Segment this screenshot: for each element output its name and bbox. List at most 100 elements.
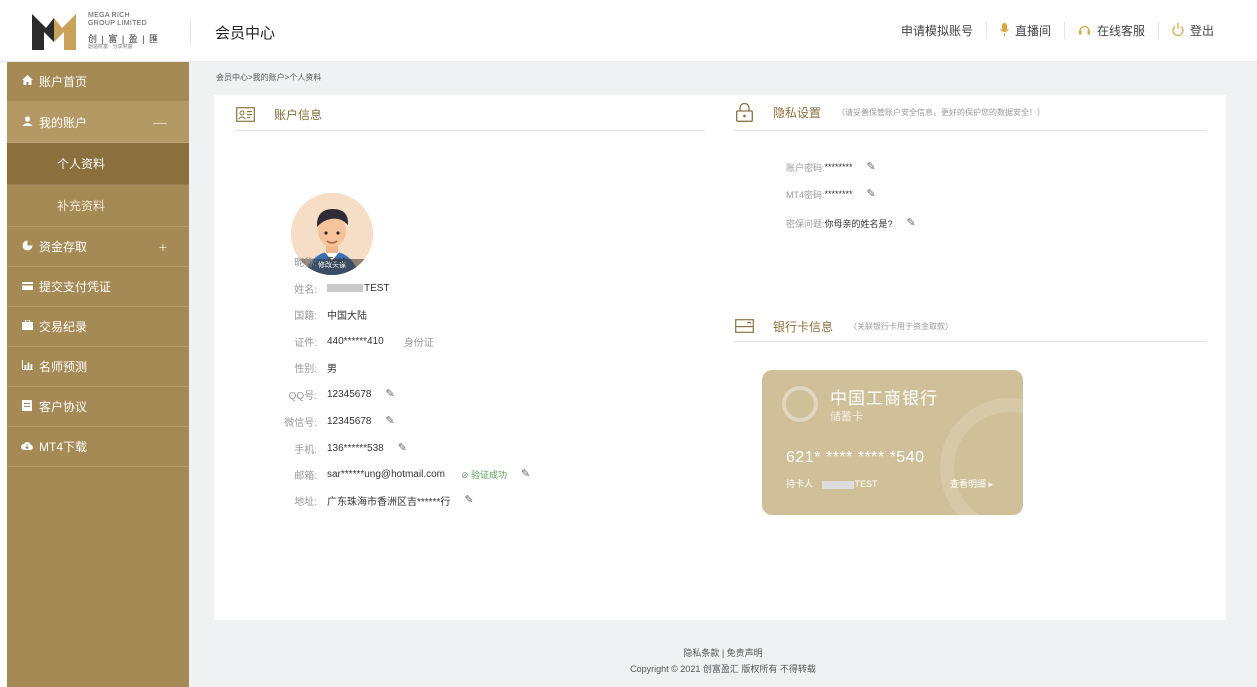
expand-icon[interactable]: +: [159, 239, 167, 255]
card-holder-prefix: 持卡人: [786, 479, 814, 489]
nickname-label: 昵称:: [294, 257, 317, 269]
sidebar-item-expert-forecast[interactable]: 名师预测: [7, 347, 189, 387]
check-circle-icon: ⊘: [460, 469, 472, 480]
edit-icon[interactable]: ✎: [398, 442, 410, 454]
sidebar-item-label: 名师预测: [39, 360, 88, 374]
qq-value: 12345678: [327, 388, 372, 400]
account-info-divider: [235, 130, 705, 131]
header-divider: [190, 20, 191, 44]
company-logo[interactable]: MEGA RICH GROUP LIMITED 创 | 富 | 盈 | 匯 創造…: [32, 10, 162, 52]
sidebar-item-label: 提交支付凭证: [39, 280, 112, 294]
security-question-value: 你母亲的姓名是?: [824, 218, 893, 229]
bank-name: 中国工商银行: [830, 389, 938, 408]
mt4-password-row: MT4密码: ******** ✎: [786, 187, 879, 201]
logo-line-2: GROUP LIMITED: [88, 20, 148, 27]
security-question-row: 密保问题: 你母亲的姓名是? ✎: [786, 216, 919, 230]
logout-link[interactable]: 登出: [1157, 22, 1227, 39]
card-icon: [21, 281, 33, 293]
card-type: 储蓄卡: [830, 411, 863, 423]
view-details-link[interactable]: 查看明细 ▸: [950, 477, 993, 490]
sidebar: 账户首页 我的账户 — 个人资料 补充资料 资金存取 + 提交支付凭证 交易纪录: [7, 62, 189, 687]
live-room-label: 直播间: [1014, 24, 1051, 38]
user-icon: [21, 115, 33, 129]
name-label: 姓名:: [294, 284, 317, 296]
sidebar-item-account-home[interactable]: 账户首页: [7, 62, 189, 102]
apply-demo-account-link[interactable]: 申请模拟账号: [888, 22, 986, 39]
sidebar-subitem-label: 补充资料: [57, 199, 106, 213]
online-support-link[interactable]: 在线客服: [1063, 22, 1158, 39]
footer-copyright: Copyright © 2021 创富盈汇 版权所有 不得转载: [630, 664, 816, 674]
privacy-title: 隐私设置: [773, 105, 822, 120]
sidebar-subitem-personal-info[interactable]: 个人资料: [7, 143, 189, 185]
logo-line-1: MEGA RICH: [88, 12, 130, 19]
account-info-title: 账户信息: [274, 107, 323, 122]
logo-cn-sub: 創造財富 · 分享財富: [88, 44, 133, 50]
qq-row: QQ号: 12345678 ✎: [239, 387, 398, 402]
home-icon: [21, 75, 33, 88]
email-row: 邮箱: sar******ung@hotmail.com ⊘ 验证成功 ✎: [239, 467, 533, 482]
qq-label: QQ号:: [288, 390, 317, 402]
wechat-row: 微信号: 12345678 ✎: [239, 414, 398, 429]
wechat-value: 12345678: [327, 415, 372, 427]
privacy-divider: [734, 130, 1206, 131]
sidebar-item-label: 交易纪录: [39, 320, 88, 334]
top-header: MEGA RICH GROUP LIMITED 创 | 富 | 盈 | 匯 創造…: [0, 0, 1257, 62]
sidebar-item-my-account[interactable]: 我的账户 —: [7, 102, 189, 143]
bank-watermark-icon: [940, 398, 1023, 515]
redacted-block: [821, 480, 854, 489]
address-value: 广东珠海市香洲区吉******行: [327, 496, 451, 508]
edit-icon[interactable]: ✎: [464, 494, 476, 506]
headset-icon: [1078, 23, 1091, 39]
nationality-label: 国籍:: [294, 310, 317, 322]
sidebar-subitem-supplementary-info[interactable]: 补充资料: [7, 185, 189, 227]
bank-card[interactable]: 中国工商银行 储蓄卡 621* **** **** *540 持卡人 TEST …: [762, 370, 1023, 515]
logo-mark-icon: [32, 14, 76, 50]
edit-icon[interactable]: ✎: [521, 468, 533, 480]
edit-icon[interactable]: ✎: [386, 415, 398, 427]
nickname-value: Test: [327, 255, 346, 267]
microphone-icon: [999, 22, 1009, 39]
sidebar-item-mt4-download[interactable]: MT4下载: [7, 427, 189, 467]
edit-icon[interactable]: ✎: [386, 388, 398, 400]
top-nav: 申请模拟账号 直播间 在线客服 登出: [888, 22, 1227, 39]
bank-info-note: （关联银行卡用于资金取款）: [849, 321, 954, 331]
edit-icon[interactable]: ✎: [867, 161, 879, 173]
security-question-label: 密保问题:: [786, 218, 825, 229]
sidebar-item-client-agreement[interactable]: 客户协议: [7, 387, 189, 427]
live-room-link[interactable]: 直播间: [985, 22, 1064, 39]
bank-info-title: 银行卡信息: [773, 319, 834, 334]
account-password-value: ********: [824, 162, 853, 172]
cloud-download-icon: [21, 441, 33, 453]
card-number: 621* **** **** *540: [786, 449, 925, 466]
id-document-row: 证件: 440******410 身份证: [239, 334, 434, 349]
footer-links[interactable]: 隐私条款 | 免责声明: [189, 645, 1257, 661]
nickname-row: 昵称: Test: [239, 254, 346, 269]
id-document-type: 身份证: [403, 337, 434, 349]
sidebar-item-submit-payment[interactable]: 提交支付凭证: [7, 267, 189, 307]
edit-icon[interactable]: ✎: [907, 217, 919, 229]
sidebar-item-trade-records[interactable]: 交易纪录: [7, 307, 189, 347]
main-content: 会员中心>我的账户>个人资料 账户信息 修改头像 昵称: Test 姓名: TE…: [189, 62, 1257, 687]
footer: 隐私条款 | 免责声明 Copyright © 2021 创富盈汇 版权所有 不…: [189, 645, 1257, 677]
pie-chart-icon: [21, 240, 33, 254]
sidebar-item-funds[interactable]: 资金存取 +: [7, 227, 189, 267]
name-value: TEST: [364, 282, 390, 294]
bank-card-icon: [734, 317, 754, 335]
icbc-logo-icon: [782, 386, 818, 422]
mt4-password-value: ********: [824, 189, 853, 199]
address-row: 地址: 广东珠海市香洲区吉******行 ✎: [239, 493, 476, 508]
breadcrumb: 会员中心>我的账户>个人资料: [216, 73, 322, 82]
address-label: 地址:: [294, 496, 317, 508]
account-info-header: 账户信息: [235, 105, 322, 123]
nationality-value: 中国大陆: [327, 310, 367, 322]
redacted-block: [327, 284, 363, 292]
edit-icon[interactable]: ✎: [867, 188, 879, 200]
sidebar-item-label: 我的账户: [39, 115, 88, 130]
phone-row: 手机: 136******538 ✎: [239, 441, 410, 456]
document-icon: [21, 399, 33, 414]
collapse-icon[interactable]: —: [153, 114, 167, 130]
bank-info-divider: [734, 341, 1206, 342]
name-row: 姓名: TEST: [239, 281, 390, 296]
sidebar-item-label: 资金存取: [39, 240, 88, 254]
verified-badge: ⊘ 验证成功: [461, 468, 507, 481]
